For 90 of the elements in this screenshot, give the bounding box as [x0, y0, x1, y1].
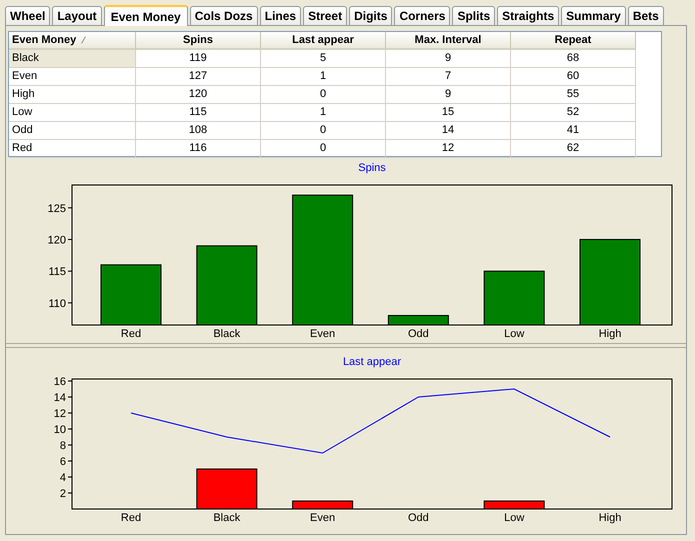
- y-tick-label: 2: [60, 488, 66, 500]
- y-tick: 14: [54, 392, 72, 404]
- y-tick: 12: [54, 408, 72, 420]
- table-cell: 52: [511, 104, 636, 122]
- table-cell: 9: [386, 86, 511, 104]
- table-cell: 119: [136, 50, 261, 68]
- column-header[interactable]: Max. Interval: [386, 32, 511, 50]
- table-cell: 0: [261, 140, 386, 158]
- tab[interactable]: Bets: [628, 6, 664, 25]
- table-cell[interactable]: Red: [9, 140, 136, 158]
- table-cell: 0: [261, 122, 386, 140]
- chart-title: Spins: [358, 162, 386, 174]
- y-tick-label: 8: [60, 440, 66, 452]
- y-tick: 10: [54, 424, 72, 436]
- x-axis-label: Even: [310, 512, 336, 524]
- y-tick-label: 4: [60, 472, 66, 484]
- table-cell[interactable]: Black: [9, 50, 136, 68]
- table-cell: 1: [261, 104, 386, 122]
- y-tick: 8: [60, 440, 72, 452]
- table-cell: 68: [511, 50, 636, 68]
- y-tick: 6: [60, 456, 72, 468]
- tab[interactable]: Wheel: [5, 6, 50, 25]
- x-axis-label: Odd: [408, 512, 429, 524]
- table-cell[interactable]: Even: [9, 68, 136, 86]
- x-axis-label: Low: [504, 512, 524, 524]
- column-header[interactable]: Even Money: [9, 32, 136, 50]
- table-cell: 127: [136, 68, 261, 86]
- x-axis-label: Red: [120, 328, 142, 340]
- table-cell[interactable]: Odd: [9, 122, 136, 140]
- y-tick: 125: [48, 202, 72, 215]
- x-axis-label: High: [598, 512, 622, 524]
- table-cell: 116: [136, 140, 261, 158]
- y-tick-label: 115: [48, 266, 66, 278]
- table-cell: 41: [511, 122, 636, 140]
- y-tick: 16: [54, 376, 72, 388]
- x-axis-label: Red: [120, 512, 142, 524]
- table-cell: 15: [386, 104, 511, 122]
- y-tick-label: 16: [54, 376, 66, 388]
- tab[interactable]: Splits: [452, 6, 496, 25]
- sort-icon: [81, 36, 86, 44]
- table-cell: 5: [261, 50, 386, 68]
- y-tick: 4: [60, 472, 72, 484]
- column-header[interactable]: Last appear: [261, 32, 386, 50]
- tab[interactable]: Straights: [497, 6, 560, 25]
- y-tick-label: 110: [48, 298, 66, 310]
- bar: [292, 500, 354, 510]
- tab[interactable]: Summary: [561, 6, 626, 25]
- table-cell: 55: [511, 86, 636, 104]
- table-cell: 1: [261, 68, 386, 86]
- y-tick-label: 14: [54, 392, 66, 404]
- x-axis-label: Low: [504, 328, 524, 340]
- x-axis-label: High: [598, 328, 622, 340]
- column-header[interactable]: Repeat: [511, 32, 636, 50]
- y-tick-label: 6: [60, 456, 66, 468]
- y-tick-label: 125: [48, 202, 66, 215]
- table-cell: 9: [386, 50, 511, 68]
- table-cell: 62: [511, 140, 636, 158]
- bar: [196, 468, 258, 510]
- x-axis-label: Odd: [408, 328, 429, 340]
- y-tick: 115: [48, 266, 72, 278]
- x-axis-label: Black: [213, 512, 240, 524]
- tab[interactable]: Corners: [394, 6, 450, 25]
- tab[interactable]: Street: [303, 6, 348, 25]
- column-header[interactable]: Spins: [136, 32, 261, 50]
- chart-title: Last appear: [342, 356, 402, 368]
- table-cell: 120: [136, 86, 261, 104]
- table-cell: 115: [136, 104, 261, 122]
- y-tick-label: 120: [48, 234, 66, 246]
- table-cell: 0: [261, 86, 386, 104]
- table-cell[interactable]: High: [9, 86, 136, 104]
- y-tick: 120: [48, 234, 72, 246]
- table-cell: 108: [136, 122, 261, 140]
- column-label: Even Money: [12, 32, 76, 48]
- tab[interactable]: Layout: [52, 6, 102, 25]
- table-cell[interactable]: Low: [9, 104, 136, 122]
- tab[interactable]: Lines: [260, 6, 302, 25]
- x-axis-label: Even: [310, 328, 336, 340]
- table-cell: 60: [511, 68, 636, 86]
- y-tick-label: 12: [54, 408, 66, 420]
- tab[interactable]: Digits: [349, 6, 392, 25]
- table-cell: 12: [386, 140, 511, 158]
- bar: [484, 500, 545, 510]
- x-axis-label: Black: [213, 328, 240, 340]
- y-tick-label: 10: [54, 424, 66, 436]
- y-tick: 2: [60, 488, 72, 500]
- tab[interactable]: Even Money: [104, 5, 188, 26]
- table-cell: 14: [386, 122, 511, 140]
- table-cell: 7: [386, 68, 511, 86]
- tab[interactable]: Cols Dozs: [190, 6, 258, 25]
- y-tick: 110: [48, 298, 72, 310]
